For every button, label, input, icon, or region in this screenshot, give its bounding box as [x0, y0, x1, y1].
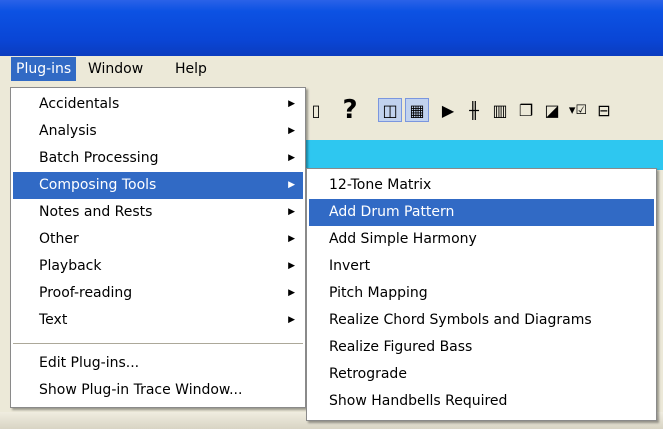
- menu-window[interactable]: Window: [83, 57, 148, 81]
- submenu-arrow-icon: ▶: [288, 207, 295, 217]
- menu-item-label: Other: [39, 231, 79, 247]
- menu-item-notes-and-rests[interactable]: Notes and Rests ▶: [13, 199, 303, 226]
- submenu-arrow-icon: ▶: [288, 99, 295, 109]
- menu-help[interactable]: Help: [170, 57, 212, 81]
- submenu-item-pitch-mapping[interactable]: Pitch Mapping: [309, 280, 654, 307]
- toolbar: ▯ ? ◫ ▦ ▶ ╫ ▥ ❐ ◪ ▾☑ ⊟: [300, 90, 663, 140]
- grid-view-icon[interactable]: ▦: [405, 98, 429, 122]
- menu-item-label: Proof-reading: [39, 285, 133, 301]
- submenu-item-invert[interactable]: Invert: [309, 253, 654, 280]
- submenu-item-label: Add Simple Harmony: [329, 231, 477, 247]
- submenu-item-show-handbells-required[interactable]: Show Handbells Required: [309, 388, 654, 415]
- menu-item-playback[interactable]: Playback ▶: [13, 253, 303, 280]
- composing-tools-submenu: 12-Tone Matrix Add Drum Pattern Add Simp…: [306, 168, 657, 421]
- menu-item-accidentals[interactable]: Accidentals ▶: [13, 91, 303, 118]
- plug-ins-menu: Accidentals ▶ Analysis ▶ Batch Processin…: [10, 87, 306, 408]
- mixer-icon[interactable]: ╫: [462, 98, 486, 122]
- document-icon[interactable]: ▯: [304, 98, 328, 122]
- menu-item-show-plug-in-trace-window[interactable]: Show Plug-in Trace Window...: [13, 377, 303, 404]
- window-titlebar: [0, 0, 663, 56]
- menu-item-label: Show Plug-in Trace Window...: [39, 382, 243, 398]
- menu-item-text[interactable]: Text ▶: [13, 307, 303, 334]
- menu-item-proof-reading[interactable]: Proof-reading ▶: [13, 280, 303, 307]
- submenu-item-label: Show Handbells Required: [329, 393, 508, 409]
- submenu-item-label: Add Drum Pattern: [329, 204, 455, 220]
- submenu-item-label: Realize Figured Bass: [329, 339, 473, 355]
- menu-item-label: Analysis: [39, 123, 97, 139]
- menu-item-label: Batch Processing: [39, 150, 159, 166]
- submenu-arrow-icon: ▶: [288, 126, 295, 136]
- submenu-item-12-tone-matrix[interactable]: 12-Tone Matrix: [309, 172, 654, 199]
- menu-window-label: Window: [88, 61, 144, 77]
- help-icon[interactable]: ?: [338, 95, 362, 125]
- menu-item-analysis[interactable]: Analysis ▶: [13, 118, 303, 145]
- submenu-item-retrograde[interactable]: Retrograde: [309, 361, 654, 388]
- menu-item-label: Playback: [39, 258, 102, 274]
- submenu-item-label: 12-Tone Matrix: [329, 177, 432, 193]
- menu-item-other[interactable]: Other ▶: [13, 226, 303, 253]
- menu-item-batch-processing[interactable]: Batch Processing ▶: [13, 145, 303, 172]
- submenu-item-label: Pitch Mapping: [329, 285, 428, 301]
- submenu-item-realize-chord-symbols[interactable]: Realize Chord Symbols and Diagrams: [309, 307, 654, 334]
- submenu-arrow-icon: ▶: [288, 288, 295, 298]
- menu-help-label: Help: [175, 61, 207, 77]
- submenu-item-add-drum-pattern[interactable]: Add Drum Pattern: [309, 199, 654, 226]
- submenu-item-add-simple-harmony[interactable]: Add Simple Harmony: [309, 226, 654, 253]
- submenu-arrow-icon: ▶: [288, 180, 295, 190]
- submenu-arrow-icon: ▶: [288, 315, 295, 325]
- submenu-item-label: Retrograde: [329, 366, 407, 382]
- keyboard-icon[interactable]: ▥: [488, 98, 512, 122]
- menu-plug-ins[interactable]: Plug-ins: [11, 57, 77, 81]
- menu-plug-ins-label: Plug-ins: [16, 61, 72, 77]
- menu-item-label: Accidentals: [39, 96, 120, 112]
- menu-item-composing-tools[interactable]: Composing Tools ▶: [13, 172, 303, 199]
- score-area: [300, 140, 663, 170]
- menu-separator: [13, 343, 303, 344]
- submenu-arrow-icon: ▶: [288, 261, 295, 271]
- menu-item-edit-plug-ins[interactable]: Edit Plug-ins...: [13, 350, 303, 377]
- menu-bar: Plug-ins Window Help: [0, 56, 663, 82]
- pages-icon[interactable]: ❐: [514, 98, 538, 122]
- submenu-item-label: Invert: [329, 258, 371, 274]
- filter-icon[interactable]: ▾☑: [566, 98, 590, 122]
- play-icon[interactable]: ▶: [436, 98, 460, 122]
- menu-item-label: Composing Tools: [39, 177, 157, 193]
- submenu-item-realize-figured-bass[interactable]: Realize Figured Bass: [309, 334, 654, 361]
- page-view-icon[interactable]: ◫: [378, 98, 402, 122]
- menu-item-label: Text: [39, 312, 68, 328]
- submenu-item-label: Realize Chord Symbols and Diagrams: [329, 312, 592, 328]
- layout-icon[interactable]: ⊟: [592, 98, 616, 122]
- color-icon[interactable]: ◪: [540, 98, 564, 122]
- menu-item-label: Notes and Rests: [39, 204, 153, 220]
- submenu-arrow-icon: ▶: [288, 234, 295, 244]
- menu-item-label: Edit Plug-ins...: [39, 355, 140, 371]
- submenu-arrow-icon: ▶: [288, 153, 295, 163]
